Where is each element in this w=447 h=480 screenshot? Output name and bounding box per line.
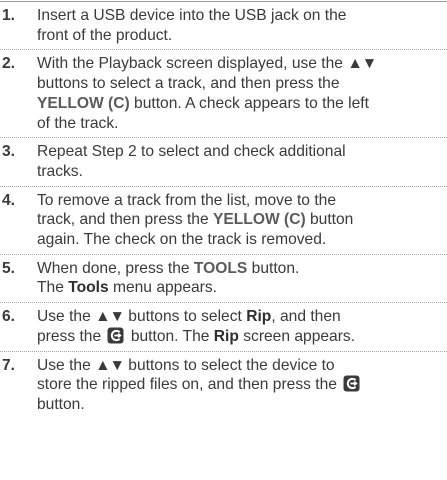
step-1: 1. Insert a USB device into the USB jack…: [0, 6, 447, 51]
step-text: , and then: [271, 308, 341, 326]
enter-button-icon: [107, 327, 124, 344]
step-number: 6.: [2, 308, 16, 326]
step-text: buttons to select: [123, 308, 247, 326]
step-text: button. A check appears to the left: [129, 94, 369, 112]
step-text-line: store the ripped files on, and then pres…: [37, 375, 447, 395]
step-6: 6. Use the ▲▼ buttons to select Rip, and…: [0, 307, 447, 352]
tools-button-label: TOOLS: [193, 259, 248, 277]
step-text: screen appears.: [238, 327, 356, 345]
step-text: The: [37, 279, 69, 297]
manual-page: 1. Insert a USB device into the USB jack…: [0, 0, 447, 480]
step-text-line: track, and then press the YELLOW (C) but…: [37, 210, 447, 230]
step-5: 5. When done, press the TOOLS button. Th…: [0, 259, 447, 304]
step-7: 7. Use the ▲▼ buttons to select the devi…: [0, 356, 447, 419]
step-number: 5.: [2, 259, 16, 277]
step-3: 3. Repeat Step 2 to select and check add…: [0, 142, 447, 187]
step-text: Use the: [37, 308, 96, 326]
step-text-line: With the Playback screen displayed, use …: [37, 54, 447, 74]
step-4: 4. To remove a track from the list, move…: [0, 191, 447, 255]
step-text-line: front of the product.: [37, 26, 173, 44]
step-text: button.: [247, 259, 300, 277]
top-divider: [0, 1, 447, 2]
yellow-c-button-label: YELLOW (C): [212, 211, 306, 229]
step-text: press the: [37, 327, 106, 345]
step-text-line: Use the ▲▼ buttons to select the device …: [37, 356, 447, 376]
step-text-line: Insert a USB device into the USB jack on…: [37, 7, 347, 24]
tools-menu-label: Tools: [68, 279, 109, 297]
step-text-line: YELLOW (C) button. A check appears to th…: [37, 94, 447, 114]
step-text: Use the: [37, 356, 96, 374]
step-text-line: When done, press the TOOLS button.: [37, 259, 447, 279]
step-text-line: buttons to select a track, and then pres…: [37, 75, 340, 93]
step-text: track, and then press the: [37, 211, 213, 229]
instruction-steps: 1. Insert a USB device into the USB jack…: [0, 6, 447, 423]
step-text: When done, press the: [37, 259, 194, 277]
rip-screen-label: Rip: [213, 327, 239, 345]
step-text-line: press the button. The Rip screen appears…: [37, 327, 447, 347]
step-text: store the ripped files on, and then pres…: [37, 376, 342, 394]
step-number: 1.: [2, 7, 16, 24]
step-text: menu appears.: [108, 279, 217, 297]
step-text: With the Playback screen displayed, use …: [37, 55, 348, 73]
step-number: 3.: [2, 143, 16, 161]
step-text-line: Repeat Step 2 to select and check additi…: [37, 143, 346, 161]
up-down-arrows-icon: ▲▼: [95, 308, 125, 326]
step-text-line: To remove a track from the list, move to…: [37, 191, 336, 209]
rip-option-label: Rip: [246, 308, 272, 326]
step-text-line: of the track.: [37, 114, 119, 132]
step-text-line: The Tools menu appears.: [37, 278, 447, 298]
step-text: button: [305, 211, 354, 229]
step-number: 4.: [2, 191, 16, 209]
step-text-line: button.: [37, 395, 85, 413]
step-number: 7.: [2, 356, 16, 374]
up-down-arrows-icon: ▲▼: [347, 55, 377, 73]
yellow-c-button-label: YELLOW (C): [37, 94, 130, 112]
step-number: 2.: [2, 55, 16, 73]
step-text-line: again. The check on the track is removed…: [37, 231, 327, 249]
up-down-arrows-icon: ▲▼: [95, 356, 125, 374]
step-text: buttons to select the device to: [123, 356, 335, 374]
enter-button-icon: [343, 375, 360, 392]
step-text-line: tracks.: [37, 162, 83, 180]
step-2: 2. With the Playback screen displayed, u…: [0, 54, 447, 139]
step-text: button. The: [126, 327, 214, 345]
step-text-line: Use the ▲▼ buttons to select Rip, and th…: [37, 307, 447, 327]
